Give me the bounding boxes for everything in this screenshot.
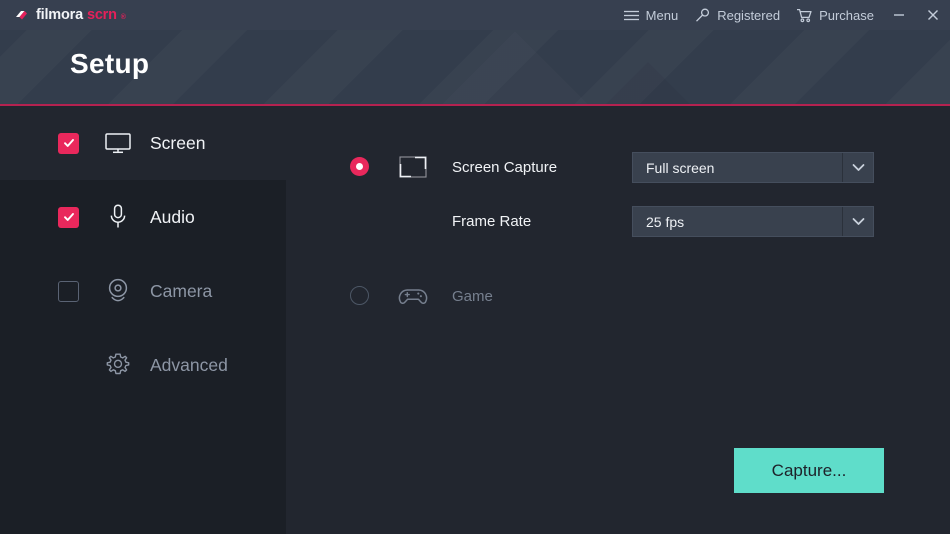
screen-capture-radio[interactable] (350, 157, 369, 176)
filmora-diamond-icon (14, 8, 29, 23)
sidebar-item-label-advanced: Advanced (150, 354, 228, 375)
close-button[interactable] (916, 0, 950, 30)
registered-label: Registered (717, 7, 781, 23)
page-title: Setup (70, 48, 150, 79)
screen-capture-label: Screen Capture (452, 158, 558, 176)
header-accent-rule (0, 104, 950, 106)
option-row-frame-rate: Frame Rate 25 fps (286, 206, 950, 237)
sidebar: Screen Audio Camera Advanced (0, 106, 950, 402)
page-header: Setup (0, 30, 950, 105)
purchase-button[interactable]: Purchase (788, 0, 882, 30)
minimize-button[interactable] (882, 0, 916, 30)
game-radio[interactable] (350, 286, 369, 305)
gear-icon (104, 351, 132, 379)
key-icon (694, 8, 711, 23)
option-row-game: Game (286, 281, 950, 311)
screen-capture-icon (398, 155, 428, 179)
check-icon (63, 213, 74, 221)
screen-capture-dropdown[interactable]: Full screen (632, 152, 874, 183)
sidebar-item-audio[interactable]: Audio (0, 180, 286, 254)
game-label: Game (452, 287, 493, 305)
frame-rate-dropdown[interactable]: 25 fps (632, 206, 874, 237)
audio-checkbox[interactable] (58, 206, 79, 228)
window-body: Screen Audio Camera Advanced Screen Capt… (0, 106, 950, 534)
purchase-label: Purchase (819, 7, 874, 23)
sidebar-item-label-camera: Camera (150, 280, 213, 301)
sidebar-item-label-audio: Audio (150, 206, 195, 227)
logo-trademark: ® (120, 14, 126, 21)
capture-button[interactable]: Capture... (734, 448, 884, 493)
title-bar: filmora scrn ® Menu Registered Purchase (0, 0, 950, 30)
chevron-down-icon (842, 153, 873, 182)
logo-text-secondary: scrn (86, 7, 117, 23)
hamburger-icon (623, 9, 640, 22)
titlebar-actions: Menu Registered Purchase (615, 0, 950, 30)
option-row-screen-capture: Screen Capture Full screen (286, 152, 950, 183)
logo-text-primary: filmora (36, 7, 83, 23)
frame-rate-dropdown-value: 25 fps (633, 207, 842, 236)
close-icon (928, 10, 938, 20)
minimize-icon (894, 14, 904, 16)
gamepad-icon (398, 284, 428, 308)
microphone-icon (104, 203, 132, 231)
menu-label: Menu (645, 7, 679, 23)
monitor-icon (104, 129, 132, 157)
sidebar-item-camera[interactable]: Camera (0, 254, 286, 328)
sidebar-item-label-screen: Screen (150, 132, 206, 153)
webcam-icon (104, 277, 132, 305)
cart-icon (796, 8, 813, 23)
app-logo: filmora scrn ® (14, 7, 126, 23)
registered-button[interactable]: Registered (686, 0, 788, 30)
screen-capture-dropdown-value: Full screen (633, 153, 842, 182)
chevron-down-icon (842, 207, 873, 236)
frame-rate-label: Frame Rate (452, 212, 532, 230)
filmora-scrn-window: filmora scrn ® Menu Registered Purchase … (0, 0, 950, 534)
screen-checkbox[interactable] (58, 132, 79, 154)
sidebar-item-advanced[interactable]: Advanced (0, 328, 286, 402)
check-icon (63, 139, 74, 147)
menu-button[interactable]: Menu (615, 0, 687, 30)
camera-checkbox[interactable] (58, 280, 79, 302)
